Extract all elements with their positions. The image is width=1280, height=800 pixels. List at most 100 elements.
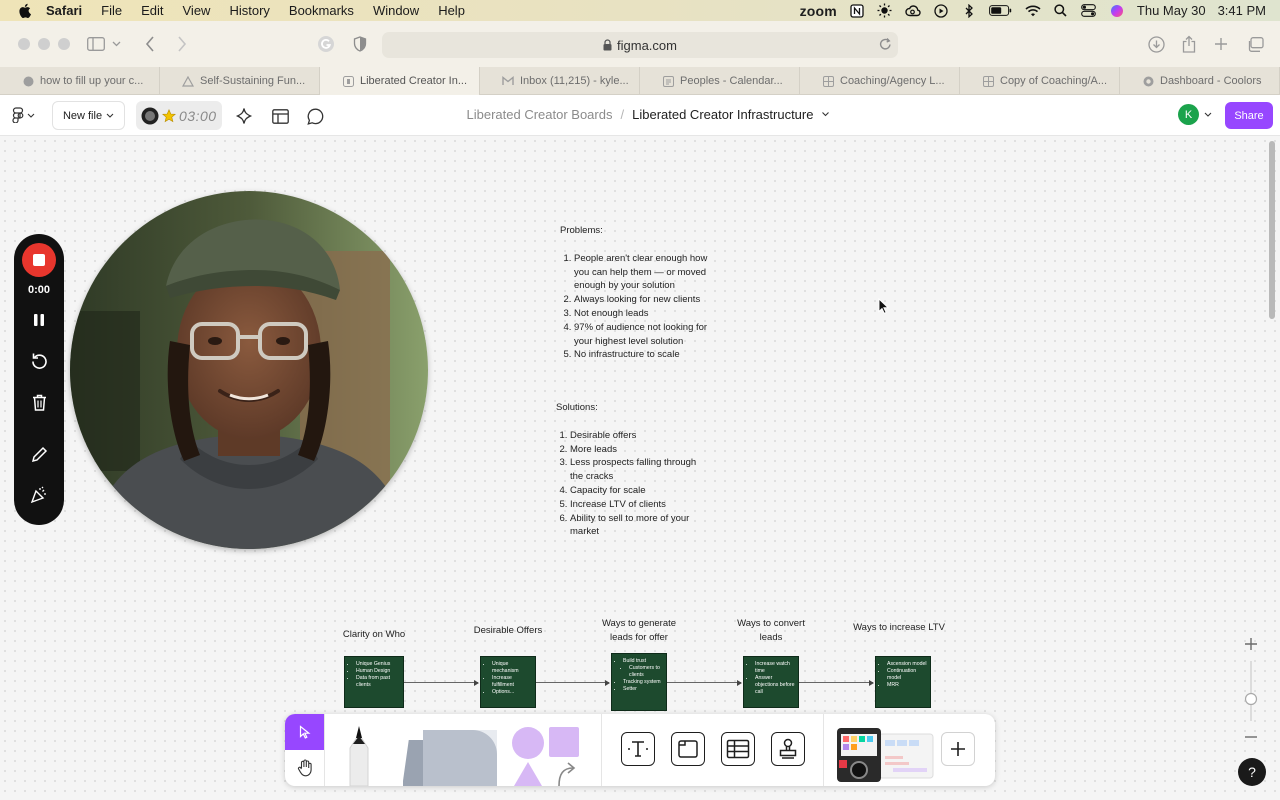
browser-tab[interactable]: Dashboard - Coolors <box>1120 67 1280 95</box>
creative-cloud-icon[interactable] <box>905 4 921 18</box>
stop-recording-button[interactable] <box>22 243 56 277</box>
sticky-note-tool[interactable] <box>403 724 499 786</box>
plus-icon <box>951 742 965 756</box>
flow-connector-arrow[interactable] <box>667 679 742 686</box>
avatar-menu-chevron-icon[interactable] <box>1204 112 1212 117</box>
more-tools-button[interactable] <box>941 732 975 766</box>
flow-step-box[interactable]: Increase watch time Answer objections be… <box>743 656 799 708</box>
back-arrow-icon[interactable] <box>140 35 160 53</box>
flow-step-label: Ways to convert leads <box>737 618 805 643</box>
trash-icon[interactable] <box>29 392 49 412</box>
brightness-icon[interactable] <box>877 3 893 18</box>
media-play-icon[interactable] <box>933 3 949 18</box>
apple-logo-icon[interactable] <box>18 3 32 19</box>
window-controls <box>18 38 70 50</box>
draw-pencil-icon[interactable] <box>29 444 49 464</box>
privacy-shield-icon[interactable] <box>350 35 370 53</box>
flow-bullet: Continuation model <box>887 668 927 682</box>
menu-window[interactable]: Window <box>373 3 419 18</box>
browser-tab[interactable]: Peoples - Calendar... <box>640 67 800 95</box>
browser-tab[interactable]: Coaching/Agency L... <box>800 67 960 95</box>
close-window-button[interactable] <box>18 38 30 50</box>
restart-icon[interactable] <box>29 350 49 370</box>
address-bar[interactable]: figma.com <box>382 32 898 58</box>
sidebar-menu-chevron-icon[interactable] <box>110 35 122 53</box>
table-tool-button[interactable] <box>721 732 755 766</box>
figjam-canvas[interactable]: 0:00 Problems: 1. People aren't clear en… <box>0 136 1280 800</box>
solution-item: Less prospects falling through the crack… <box>570 456 706 484</box>
flow-bullet: MRR <box>887 682 927 689</box>
solutions-sticky-text[interactable]: Solutions: Desirable offers More leads L… <box>556 401 706 539</box>
menu-history[interactable]: History <box>229 3 269 18</box>
menu-help[interactable]: Help <box>438 3 465 18</box>
stamp-tool-button[interactable] <box>771 732 805 766</box>
hand-tool-button[interactable] <box>285 750 324 786</box>
section-tool-button[interactable] <box>671 732 705 766</box>
zoom-in-icon[interactable] <box>1245 638 1257 650</box>
marker-pen-tool[interactable] <box>337 722 387 786</box>
flow-step-box[interactable]: Unique Genius Human Design Data from pas… <box>344 656 404 708</box>
minimize-window-button[interactable] <box>38 38 50 50</box>
spotlight-search-icon[interactable] <box>1053 4 1069 18</box>
forward-arrow-icon[interactable] <box>172 35 192 53</box>
browser-tab-active[interactable]: Liberated Creator In... <box>320 67 480 95</box>
breadcrumb: Liberated Creator Boards / Liberated Cre… <box>0 107 1280 122</box>
pause-icon[interactable] <box>29 310 49 330</box>
browser-tab[interactable]: how to fill up your c... <box>0 67 160 95</box>
new-tab-plus-icon[interactable] <box>1211 35 1231 53</box>
menu-app-name[interactable]: Safari <box>46 3 82 18</box>
menu-view[interactable]: View <box>183 3 211 18</box>
menu-edit[interactable]: Edit <box>141 3 163 18</box>
wifi-icon[interactable] <box>1025 4 1041 18</box>
battery-icon[interactable] <box>989 4 1013 18</box>
tab-overview-icon[interactable] <box>1245 35 1265 53</box>
reload-icon[interactable] <box>879 37 892 54</box>
flow-bullet: Answer objections before call <box>755 675 795 696</box>
zoom-window-button[interactable] <box>58 38 70 50</box>
siri-icon[interactable] <box>1109 4 1125 18</box>
flow-connector-arrow[interactable] <box>404 679 479 686</box>
share-sheet-icon[interactable] <box>1179 35 1199 53</box>
section-frame-icon <box>678 740 698 758</box>
file-menu-chevron-icon[interactable] <box>821 107 830 121</box>
file-title[interactable]: Liberated Creator Infrastructure <box>632 107 813 122</box>
webcam-video-bubble[interactable] <box>70 191 428 549</box>
flow-connector-arrow[interactable] <box>799 679 874 686</box>
shapes-tool[interactable] <box>507 722 583 786</box>
recording-elapsed-time: 0:00 <box>27 284 51 296</box>
templates-widgets-thumbnail[interactable] <box>835 726 935 784</box>
downloads-icon[interactable] <box>1146 35 1166 53</box>
solutions-list: Desirable offers More leads Less prospec… <box>556 429 706 539</box>
mouse-cursor-icon <box>878 298 889 314</box>
notion-icon[interactable] <box>849 3 865 18</box>
flow-step-label: Clarity on Who <box>342 629 406 640</box>
flow-connector-arrow[interactable] <box>536 679 610 686</box>
user-avatar[interactable]: K <box>1178 104 1199 125</box>
problem-item: Always looking for new clients <box>574 293 720 307</box>
effects-confetti-icon[interactable] <box>29 485 49 505</box>
text-tool-button[interactable] <box>621 732 655 766</box>
share-button[interactable]: Share <box>1225 102 1273 129</box>
menubar-time[interactable]: 3:41 PM <box>1218 3 1266 18</box>
menu-file[interactable]: File <box>101 3 122 18</box>
flow-step-box[interactable]: Ascension model Continuation model MRR <box>875 656 931 708</box>
control-center-icon[interactable] <box>1081 4 1097 18</box>
zoom-status-item[interactable]: zoom <box>800 3 837 19</box>
menu-bookmarks[interactable]: Bookmarks <box>289 3 354 18</box>
breadcrumb-parent[interactable]: Liberated Creator Boards <box>467 107 613 122</box>
zoom-slider-handle[interactable] <box>1244 692 1258 706</box>
browser-tab[interactable]: Self-Sustaining Fun... <box>160 67 320 95</box>
flow-step-box[interactable]: Unique mechanism Increase fulfillment Op… <box>480 656 536 708</box>
solution-item: Increase LTV of clients <box>570 498 706 512</box>
flow-step-box[interactable]: Build trust Customers to clients Trackin… <box>611 653 667 711</box>
help-button[interactable]: ? <box>1238 758 1266 786</box>
move-tool-button[interactable] <box>285 714 324 750</box>
canvas-scrollbar[interactable] <box>1269 141 1275 319</box>
bluetooth-icon[interactable] <box>961 3 977 18</box>
browser-tab[interactable]: Copy of Coaching/A... <box>960 67 1120 95</box>
sidebar-toggle-icon[interactable] <box>86 35 106 53</box>
extension-grammarly-icon[interactable] <box>316 35 336 53</box>
menubar-date[interactable]: Thu May 30 <box>1137 3 1206 18</box>
browser-tab[interactable]: Inbox (11,215) - kyle... <box>480 67 640 95</box>
problems-sticky-text[interactable]: Problems: People aren't clear enough how… <box>560 224 720 362</box>
